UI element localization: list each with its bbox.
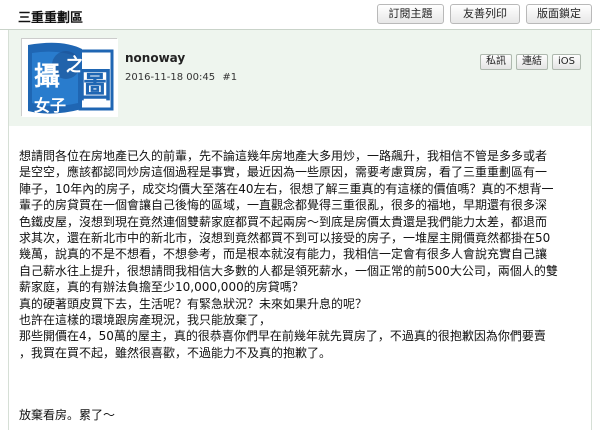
post-date: 2016-11-18 00:45: [125, 72, 216, 83]
avatar-image: 攝 之 圖 女子: [22, 39, 118, 117]
post-author[interactable]: nonoway: [125, 51, 185, 65]
post-actions: 私訊 連結 iOS: [480, 54, 581, 70]
post: 攝 之 圖 女子 nonoway 2016-11-18 00:45 #1 私訊 …: [8, 30, 592, 430]
avatar[interactable]: 攝 之 圖 女子: [21, 38, 118, 117]
thread-toolbar: 訂閱主題 友善列印 版面鎖定: [377, 4, 592, 24]
print-button[interactable]: 友善列印: [450, 4, 520, 24]
ios-button[interactable]: iOS: [552, 54, 581, 70]
avatar-char-main: 攝: [34, 62, 60, 92]
lock-layout-button[interactable]: 版面鎖定: [526, 4, 592, 24]
post-content: 想請問各位在房地產已久的前輩，先不論這幾年房地產大多用炒，一路飆升，我相信不管是…: [19, 148, 585, 361]
link-button[interactable]: 連結: [516, 54, 548, 70]
post-body: 想請問各位在房地產已久的前輩，先不論這幾年房地產大多用炒，一路飆升，我相信不管是…: [19, 149, 558, 360]
subscribe-button[interactable]: 訂閱主題: [377, 4, 444, 24]
private-message-button[interactable]: 私訊: [480, 54, 512, 70]
avatar-char-small: 女子: [34, 96, 66, 115]
post-meta: 2016-11-18 00:45 #1: [125, 72, 241, 83]
thread-topbar: 三重重劃區 訂閱主題 友善列印 版面鎖定: [0, 0, 600, 30]
post-closing: 放棄看房。累了～: [19, 408, 116, 422]
thread-title: 三重重劃區: [18, 11, 84, 26]
post-floor[interactable]: #1: [222, 72, 237, 83]
avatar-char-big: 圖: [78, 66, 112, 106]
